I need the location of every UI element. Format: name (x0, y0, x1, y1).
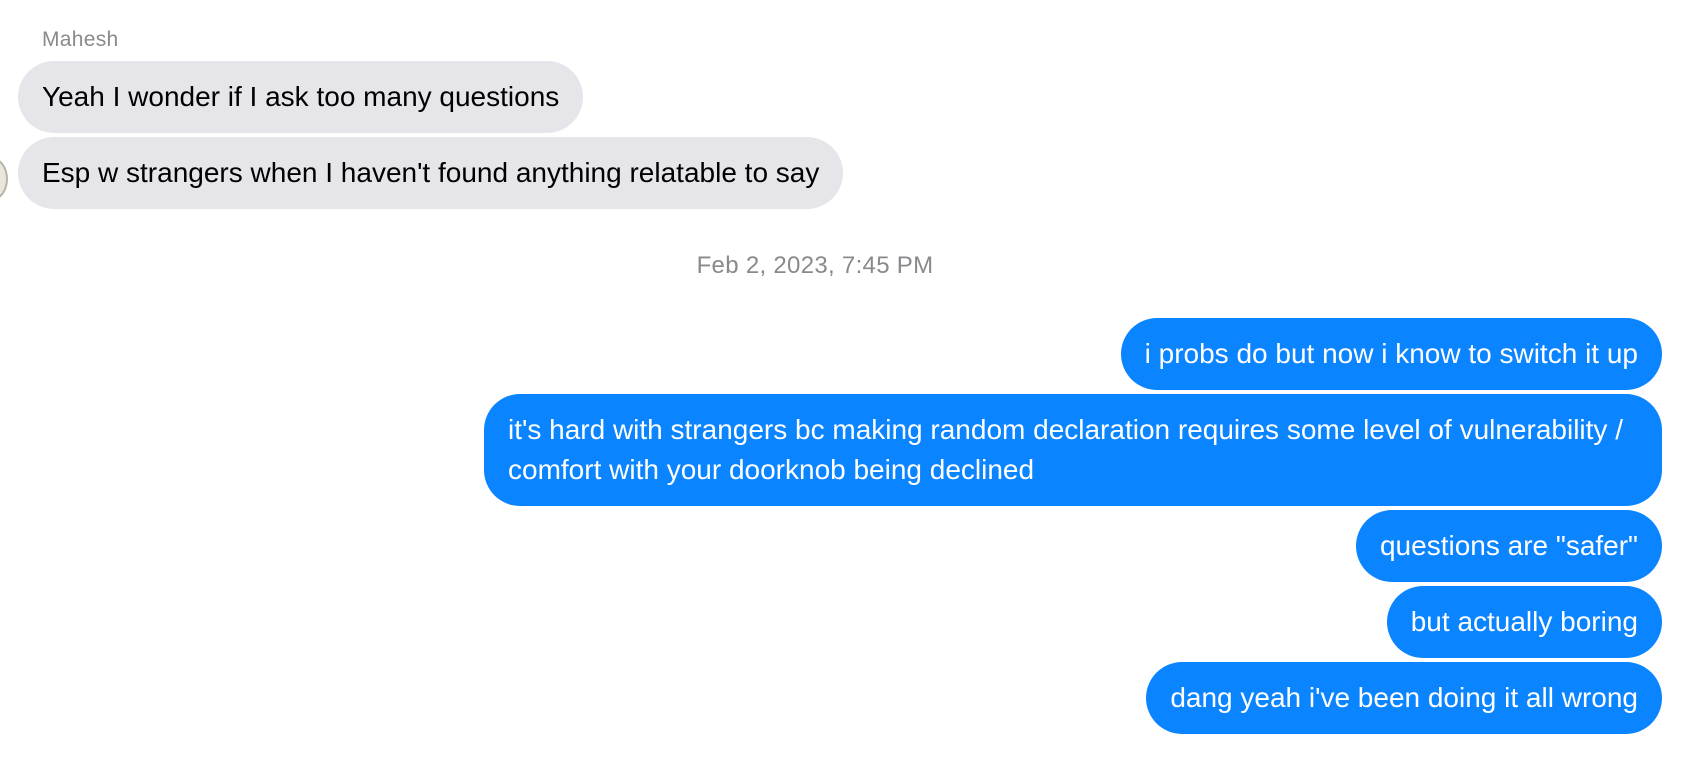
sender-avatar[interactable] (0, 158, 8, 200)
sent-message-bubble[interactable]: dang yeah i've been doing it all wrong (1146, 662, 1662, 734)
sent-message-bubble[interactable]: but actually boring (1386, 586, 1662, 658)
received-message-bubble[interactable]: Yeah I wonder if I ask too many question… (18, 61, 584, 133)
received-message-bubble[interactable]: Esp w strangers when I haven't found any… (18, 137, 844, 209)
sender-name: Mahesh (42, 28, 119, 51)
message-timestamp: Feb 2, 2023, 7:45 PM (696, 252, 934, 279)
sent-message-bubble[interactable]: questions are "safer" (1355, 510, 1662, 582)
sent-message-bubble[interactable]: it's hard with strangers bc making rando… (484, 394, 1662, 506)
sent-message-bubble[interactable]: i probs do but now i know to switch it u… (1120, 318, 1662, 390)
